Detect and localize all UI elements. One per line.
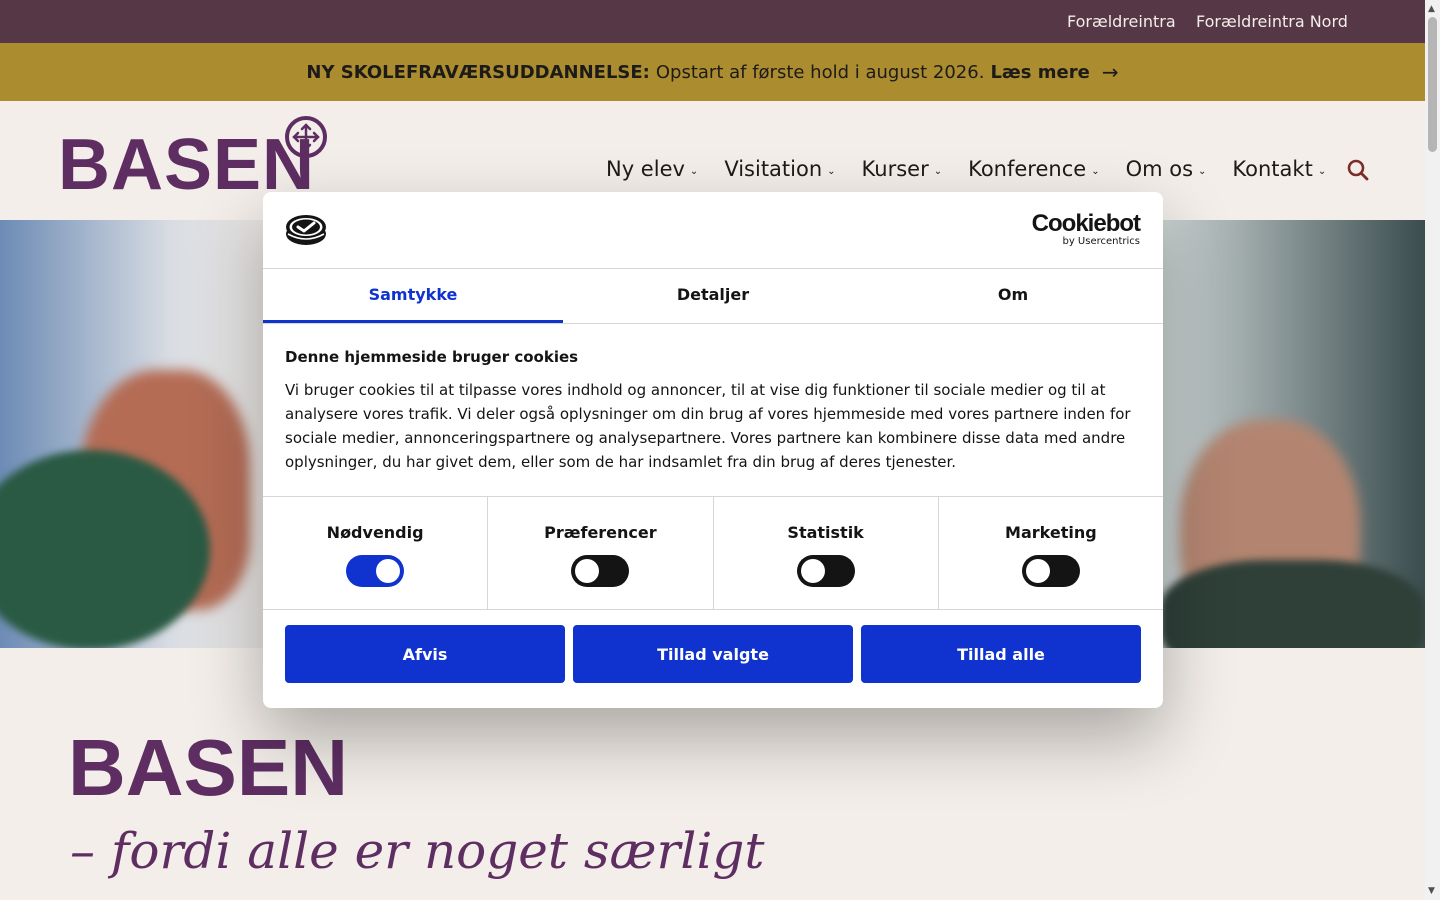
brand-name: Cookiebot	[1031, 210, 1141, 237]
allow-selected-button[interactable]: Tillad valgte	[573, 625, 853, 683]
cookie-icon-svg	[286, 215, 326, 245]
chevron-down-icon: ⌄	[933, 165, 943, 177]
category-label: Nødvendig	[326, 523, 424, 542]
toggle-marketing[interactable]	[1021, 555, 1080, 587]
search-icon[interactable]	[1346, 158, 1370, 182]
dialog-heading: Denne hjemmeside bruger cookies	[285, 348, 579, 366]
announcement-heading: NY SKOLEFRAVÆRSUDDANNELSE:	[306, 61, 650, 83]
category-noedvendig: Nødvendig	[263, 497, 489, 609]
cookie-icon	[285, 214, 327, 250]
scroll-down-icon[interactable]: ▼	[1428, 886, 1435, 896]
toggle-knob	[1025, 559, 1050, 583]
nav-label: Om os	[1125, 157, 1194, 181]
chevron-down-icon: ⌄	[689, 165, 699, 177]
tab-samtykke[interactable]: Samtykke	[263, 269, 563, 323]
scroll-up-icon[interactable]: ▲	[1428, 4, 1435, 14]
tab-detaljer[interactable]: Detaljer	[563, 269, 863, 323]
nav-item-konference[interactable]: Konference ⌄	[968, 157, 1099, 181]
arrows-cross-icon	[292, 123, 320, 151]
dialog-text: Vi bruger cookies til at tilpasse vores …	[285, 381, 1131, 471]
link-foraeldreintra-nord[interactable]: Forældreintra Nord	[1196, 12, 1348, 31]
arrow-right-icon[interactable]: →	[1102, 60, 1119, 84]
dialog-tabs: Samtykke Detaljer Om	[263, 269, 1163, 324]
cookie-consent-dialog: Cookiebot by Usercentrics Samtykke Detal…	[263, 192, 1163, 708]
toggle-noedvendig[interactable]	[346, 555, 405, 587]
scroll-thumb[interactable]	[1428, 17, 1437, 152]
category-label: Præferencer	[544, 523, 657, 542]
dialog-buttons: Afvis Tillad valgte Tillad alle	[263, 610, 1163, 683]
nav-item-kontakt[interactable]: Kontakt ⌄	[1232, 157, 1326, 181]
page-tagline: – fordi alle er noget særligt	[70, 822, 765, 880]
toggle-statistik[interactable]	[796, 555, 855, 587]
dialog-header: Cookiebot by Usercentrics	[263, 192, 1163, 269]
chevron-down-icon: ⌄	[1091, 165, 1100, 177]
category-praeferencer: Præferencer	[488, 497, 714, 609]
page-title: BASEN	[68, 723, 349, 812]
link-foraeldreintra[interactable]: Forældreintra	[1067, 12, 1176, 31]
search-icon-svg	[1347, 159, 1369, 181]
hero-photo-shape	[1160, 560, 1425, 648]
logo[interactable]: BASEN	[58, 129, 315, 201]
read-more-link[interactable]: Læs mere	[990, 62, 1089, 83]
chevron-down-icon: ⌄	[1198, 165, 1207, 177]
category-label: Statistik	[787, 523, 864, 542]
nav-item-visitation[interactable]: Visitation ⌄	[724, 157, 835, 181]
nav-label: Visitation	[724, 157, 823, 181]
consent-categories: Nødvendig Præferencer Statistik Marketin…	[263, 497, 1163, 610]
toggle-knob	[575, 559, 600, 583]
toggle-praeferencer[interactable]	[571, 555, 630, 587]
category-marketing: Marketing	[939, 497, 1163, 609]
nav-label: Kurser	[861, 157, 929, 181]
page-scrollbar[interactable]: ▲ ▼	[1425, 0, 1440, 900]
nav-item-ny-elev[interactable]: Ny elev ⌄	[606, 157, 698, 181]
cookiebot-logo[interactable]: Cookiebot by Usercentrics	[1031, 210, 1141, 247]
announcement-text: Opstart af første hold i august 2026.	[655, 61, 985, 83]
dialog-body: Denne hjemmeside bruger cookies Vi bruge…	[263, 324, 1163, 497]
category-label: Marketing	[1005, 523, 1097, 542]
nav-label: Kontakt	[1232, 157, 1313, 181]
chevron-down-icon: ⌄	[827, 165, 836, 177]
chevron-down-icon: ⌄	[1317, 165, 1327, 177]
top-utility-bar: Forældreintra Forældreintra Nord	[0, 0, 1425, 43]
toggle-knob	[800, 559, 825, 583]
nav-label: Konference	[968, 157, 1087, 181]
nav-label: Ny elev	[606, 157, 685, 181]
main-nav: Ny elev ⌄ Visitation ⌄ Kurser ⌄ Konference ⌄…	[606, 157, 1352, 181]
nav-item-kurser[interactable]: Kurser ⌄	[862, 157, 943, 181]
reject-button[interactable]: Afvis	[285, 625, 565, 683]
announcement-bar: NY SKOLEFRAVÆRSUDDANNELSE: Opstart af fø…	[0, 43, 1425, 101]
logo-move-icon	[285, 116, 327, 158]
nav-item-om-os[interactable]: Om os ⌄	[1126, 157, 1207, 181]
brand-sub: by Usercentrics	[1062, 236, 1140, 247]
toggle-knob	[376, 559, 401, 583]
tab-om[interactable]: Om	[863, 269, 1163, 323]
category-statistik: Statistik	[714, 497, 939, 609]
allow-all-button[interactable]: Tillad alle	[861, 625, 1141, 683]
